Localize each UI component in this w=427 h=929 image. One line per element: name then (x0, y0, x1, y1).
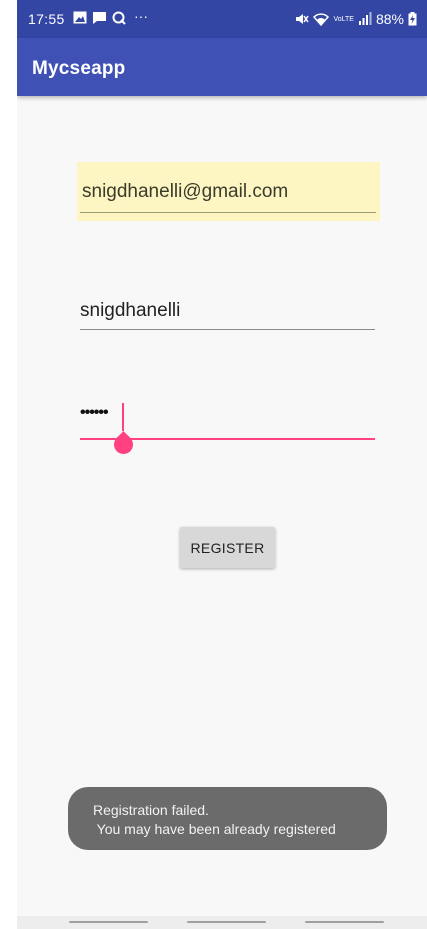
username-value: snigdhanelli (80, 300, 181, 321)
battery-charging-icon (408, 12, 417, 26)
image-icon (73, 11, 87, 27)
nav-recents-button[interactable] (69, 921, 148, 923)
screen: 17:55 ··· VoLTE 88% Mycseapp snigdhanell… (17, 0, 427, 929)
toast-line-1: Registration failed. (93, 802, 209, 818)
username-field[interactable]: snigdhanelli (80, 290, 375, 340)
nav-home-button[interactable] (187, 921, 266, 923)
toast-message: Registration failed. You may have been a… (68, 787, 387, 850)
email-field[interactable]: snigdhanelli@gmail.com (77, 162, 380, 221)
password-field[interactable]: •••••• (80, 398, 375, 458)
volte-label: VoLTE (333, 15, 354, 23)
email-value: snigdhanelli@gmail.com (82, 181, 289, 202)
text-cursor (122, 403, 124, 431)
message-icon (92, 11, 107, 28)
username-underline (80, 329, 375, 330)
register-button[interactable]: REGISTER (180, 527, 275, 568)
status-time: 17:55 (28, 11, 65, 27)
battery-percent: 88% (375, 11, 404, 27)
wifi-icon (313, 12, 330, 26)
status-bar: 17:55 ··· VoLTE 88% (17, 0, 427, 38)
signal-icon (358, 12, 372, 26)
cursor-handle[interactable] (110, 431, 137, 458)
mute-icon (295, 12, 310, 26)
app-bar: Mycseapp (17, 38, 427, 96)
navigation-bar (17, 916, 427, 929)
q-icon (112, 11, 126, 28)
status-right-group: VoLTE 88% (295, 11, 417, 27)
password-value: •••••• (80, 404, 109, 421)
more-icon: ··· (134, 8, 148, 24)
nav-back-button[interactable] (305, 921, 384, 923)
volte-icon: VoLTE (333, 16, 354, 23)
email-underline (80, 212, 376, 213)
toast-line-2: You may have been already registered (93, 821, 336, 837)
app-title: Mycseapp (32, 58, 126, 79)
